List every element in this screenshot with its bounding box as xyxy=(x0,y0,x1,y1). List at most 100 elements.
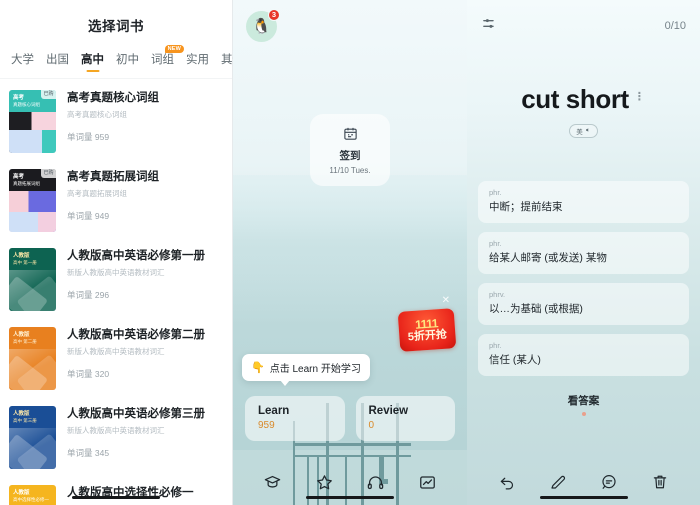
star-icon[interactable] xyxy=(315,473,334,492)
see-answer-button[interactable]: 看答案 xyxy=(467,393,700,416)
definition-text: 以…为基础 (或根据) xyxy=(489,303,583,315)
wordbook-item[interactable]: 人教版 高中 第一册 人教版高中英语必修第一册 新版人教版高中英语教材词汇 单词量 29… xyxy=(0,240,232,319)
book-cover-line-1: 人教版 xyxy=(13,489,30,496)
book-cover: 高考 真题拓展词组 已购 xyxy=(9,169,56,232)
definition-card[interactable]: phr. 信任 (某人) xyxy=(478,334,689,376)
definition-text: 给某人邮寄 (或发送) 某物 xyxy=(489,252,607,264)
progress-counter: 0/10 xyxy=(664,20,686,32)
wordbook-item[interactable]: 人教版高中选择性必修一人教版高中选择性必修一新版人教版高中英语教材词汇单词量 3… xyxy=(0,477,232,505)
learn-count: 959 xyxy=(258,420,275,431)
graduation-cap-icon[interactable] xyxy=(263,473,282,492)
book-word-count: 单词量 959 xyxy=(67,132,159,143)
book-info: 人教版高中英语必修第二册 新版人教版高中英语教材词汇 单词量 320 xyxy=(67,327,205,390)
word-menu-icon[interactable]: ⋮ xyxy=(634,90,646,103)
category-tab-label: 出国 xyxy=(46,54,69,66)
book-info: 高考真题拓展词组 高考真题拓展词组 单词量 949 xyxy=(67,169,159,232)
pronunciation-tag[interactable]: 美 xyxy=(569,124,598,138)
category-tab-5[interactable]: 实用 xyxy=(180,50,215,68)
sliders-icon[interactable] xyxy=(481,15,498,37)
learn-button[interactable]: Learn 959 xyxy=(245,396,345,441)
book-info: 人教版高中英语必修第三册 新版人教版高中英语教材词汇 单词量 345 xyxy=(67,406,205,469)
category-tab-0[interactable]: 大学 xyxy=(5,50,40,68)
learn-label: Learn xyxy=(258,405,290,417)
close-icon[interactable]: ✕ xyxy=(442,296,450,306)
book-description: 新版人教版高中英语教材词汇 xyxy=(67,426,165,435)
book-title: 人教版高中英语必修第一册 xyxy=(67,250,205,262)
flashcard-panel: 0/10 cut short ⋮ 美 phr. 中断；提前结束 phr. 给某人邮寄 … xyxy=(467,0,700,505)
wordbook-chooser-panel: 选择词书 大学出国高中初中词组NEW实用其他小… 高考真题核心词组已购高考真题核… xyxy=(0,0,279,505)
book-title: 高考真题拓展词组 xyxy=(67,171,159,183)
book-cover-line-2: 高中 第二册 xyxy=(13,338,37,344)
book-word-count-label: 单词量 xyxy=(67,132,93,142)
book-word-count-value: 959 xyxy=(94,132,110,142)
category-tab-4[interactable]: 词组 NEW xyxy=(145,45,184,68)
owned-badge: 已购 xyxy=(40,169,56,178)
page-title: 选择词书 xyxy=(88,19,144,34)
definition-pos: phrv. xyxy=(489,290,506,299)
definition-card[interactable]: phr. 给某人邮寄 (或发送) 某物 xyxy=(478,232,689,274)
book-word-count-label: 单词量 xyxy=(67,211,93,221)
owned-badge: 已购 xyxy=(40,90,56,99)
definition-card[interactable]: phr. 中断；提前结束 xyxy=(478,181,689,223)
book-cover-line-2: 真题核心词组 xyxy=(13,101,40,107)
wordbook-list[interactable]: 高考 真题核心词组 已购 高考真题核心词组 高考真题核心词组 单词量 959 高考 真题拓展词… xyxy=(0,79,232,505)
book-title: 人教版高中英语必修第三册 xyxy=(67,408,205,420)
word-title: cut short ⋮ xyxy=(521,84,646,115)
book-word-count: 单词量 320 xyxy=(67,369,205,380)
book-cover-line-2: 高中 第一册 xyxy=(13,259,37,265)
book-word-count-value: 296 xyxy=(94,290,110,300)
category-tab-2[interactable]: 高中 xyxy=(75,50,110,68)
book-cover-art xyxy=(9,428,56,469)
category-tab-label: 大学 xyxy=(11,54,34,66)
book-title: 高考真题核心词组 xyxy=(67,92,159,104)
promo-badge[interactable]: 1111 5折开抢 xyxy=(397,308,457,352)
promo-banner[interactable]: ✕ 1111 5折开抢 xyxy=(397,296,457,352)
category-tab-3[interactable]: 初中 xyxy=(110,50,145,68)
speech-bubble-icon[interactable] xyxy=(600,473,618,491)
book-word-count-label: 单词量 xyxy=(67,448,93,458)
undo-icon[interactable] xyxy=(498,473,516,491)
review-button[interactable]: Review 0 xyxy=(355,396,455,441)
book-cover-line-2: 高中 第三册 xyxy=(13,417,37,423)
book-description: 新版人教版高中英语教材词汇 xyxy=(67,347,165,356)
book-cover: 人教版 高中 第二册 xyxy=(9,327,56,390)
pointing-hand-icon: 👇 xyxy=(251,362,265,374)
pronunciation-label: 美 xyxy=(576,129,583,136)
book-cover-line-1: 人教版 xyxy=(13,331,30,338)
book-cover-line-2: 高中选择性必修一 xyxy=(13,496,49,502)
home-indicator xyxy=(72,495,160,499)
wordbook-item[interactable]: 人教版 高中 第三册 人教版高中英语必修第三册 新版人教版高中英语教材词汇 单词量 34… xyxy=(0,398,232,477)
category-tab-label: 词组 xyxy=(151,54,174,66)
review-label: Review xyxy=(368,405,409,417)
wordbook-item[interactable]: 人教版 高中 第二册 人教版高中英语必修第二册 新版人教版高中英语教材词汇 单词量 32… xyxy=(0,319,232,398)
home-bottom-nav xyxy=(233,459,467,505)
book-cover: 人教版 高中 第三册 xyxy=(9,406,56,469)
chart-icon[interactable] xyxy=(418,473,437,492)
tooltip-text: 点击 Learn 开始学习 xyxy=(269,364,361,375)
trash-icon[interactable] xyxy=(651,473,669,491)
pencil-icon[interactable] xyxy=(549,473,567,491)
avatar[interactable]: 🐧 3 xyxy=(246,8,280,42)
wordbook-item[interactable]: 高考 真题核心词组 已购 高考真题核心词组 高考真题核心词组 单词量 959 xyxy=(0,82,232,161)
book-word-count-label: 单词量 xyxy=(67,290,93,300)
word-text: cut short xyxy=(521,84,629,114)
speaker-icon xyxy=(585,127,591,135)
definition-list: phr. 中断；提前结束 phr. 给某人邮寄 (或发送) 某物 phrv. 以…为基础 … xyxy=(467,181,700,376)
book-description: 新版人教版高中英语教材词汇 xyxy=(67,268,165,277)
wordbook-item[interactable]: 高考 真题拓展词组 已购 高考真题拓展词组 高考真题拓展词组 单词量 949 xyxy=(0,161,232,240)
category-tabs: 大学出国高中初中词组NEW实用其他小… xyxy=(0,45,279,79)
book-info: 人教版高中英语必修第一册 新版人教版高中英语教材词汇 单词量 296 xyxy=(67,248,205,311)
definition-card[interactable]: phrv. 以…为基础 (或根据) xyxy=(478,283,689,325)
headphones-icon[interactable] xyxy=(366,473,385,492)
learn-tooltip: 👇 点击 Learn 开始学习 xyxy=(242,354,370,386)
checkin-date: 11/10 Tues. xyxy=(329,165,371,175)
category-tab-label: 高中 xyxy=(81,54,104,66)
book-cover-line-1: 人教版 xyxy=(13,252,30,259)
home-panel: 🐧 3 签到 11/10 Tues. ✕ 1111 5折开抢 👇 点击 Lear… xyxy=(233,0,467,505)
checkin-card[interactable]: 签到 11/10 Tues. xyxy=(310,114,390,186)
category-tab-1[interactable]: 出国 xyxy=(40,50,75,68)
home-header: 🐧 3 xyxy=(233,0,467,52)
book-cover-art xyxy=(9,349,56,390)
home-indicator xyxy=(539,495,628,499)
book-cover-art xyxy=(9,191,56,232)
